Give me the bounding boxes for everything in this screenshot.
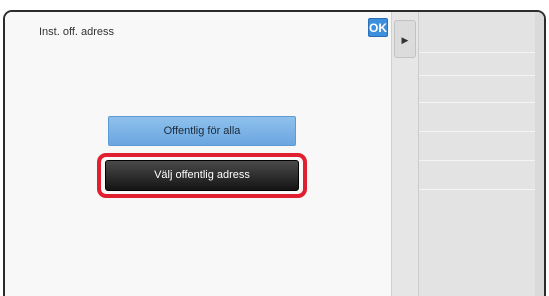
play-arrow-icon: ▶ bbox=[401, 35, 409, 45]
address-dialog: Inst. off. adress OK Offentlig för alla … bbox=[5, 12, 392, 296]
public-for-all-button[interactable]: Offentlig för alla bbox=[108, 116, 296, 146]
screen-frame: Inst. off. adress OK Offentlig för alla … bbox=[3, 10, 546, 296]
list-divider bbox=[419, 52, 535, 53]
side-strip bbox=[535, 12, 544, 296]
expand-panel-tab[interactable]: ▶ bbox=[394, 20, 416, 58]
list-divider bbox=[419, 75, 535, 76]
list-divider bbox=[419, 189, 535, 190]
list-divider bbox=[419, 160, 535, 161]
ok-button[interactable]: OK bbox=[368, 18, 388, 37]
dialog-title: Inst. off. adress bbox=[39, 26, 115, 38]
side-list bbox=[418, 12, 535, 296]
select-public-address-button[interactable]: Välj offentlig adress bbox=[105, 160, 299, 191]
side-panel: ▶ bbox=[392, 12, 544, 296]
list-divider bbox=[419, 131, 535, 132]
list-divider bbox=[419, 102, 535, 103]
